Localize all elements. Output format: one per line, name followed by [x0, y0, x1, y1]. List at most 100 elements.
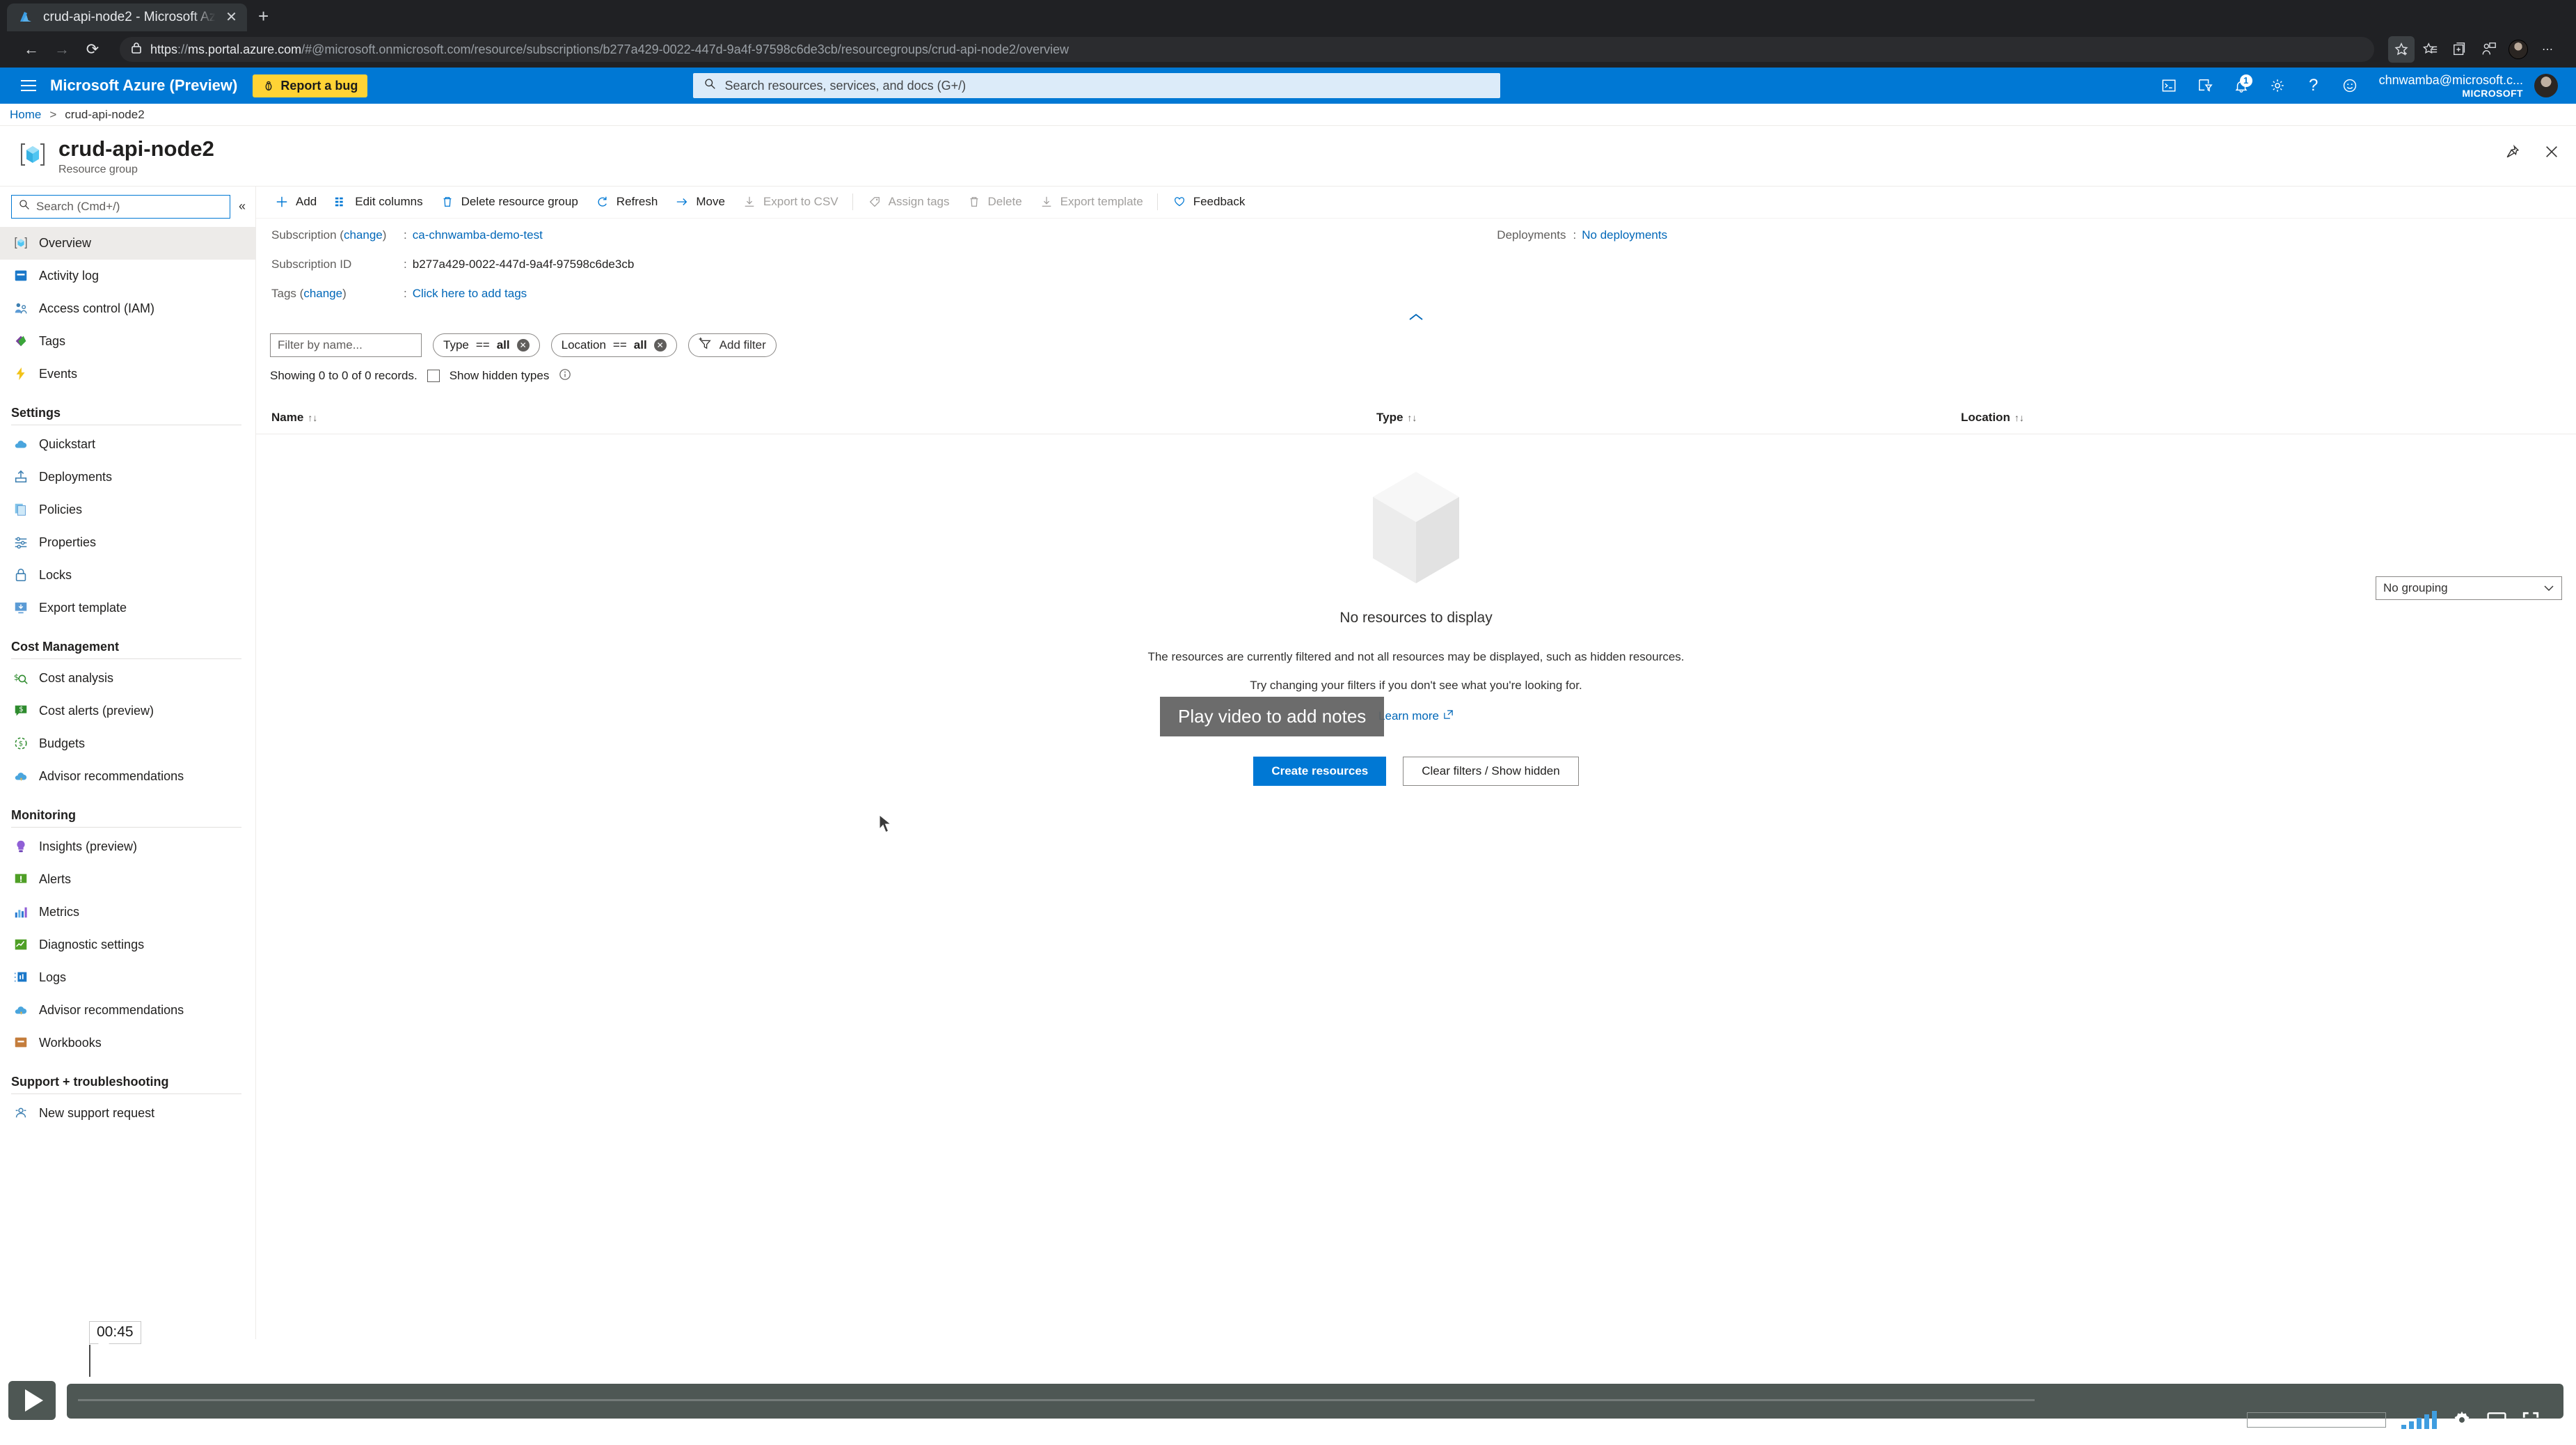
cast-icon[interactable]	[2487, 1411, 2506, 1429]
sidebar-item-logs[interactable]: Logs	[0, 961, 255, 994]
sidebar-item-alerts[interactable]: Alerts	[0, 863, 255, 896]
sidebar-item-new-support-request[interactable]: New support request	[0, 1097, 255, 1130]
account-menu[interactable]: chnwamba@microsoft.c... MICROSOFT	[2379, 73, 2523, 99]
add-favorite-icon[interactable]	[2388, 36, 2415, 63]
address-bar[interactable]: https://ms.portal.azure.com/#@microsoft.…	[120, 37, 2374, 62]
sidebar-search-input[interactable]	[36, 199, 223, 214]
profile-share-icon[interactable]	[2476, 36, 2502, 63]
filter-pill-location[interactable]: Location == all ✕	[550, 333, 677, 357]
sidebar-item-export-template[interactable]: Export template	[0, 592, 255, 624]
video-progress-track[interactable]	[67, 1384, 2563, 1429]
export-template-button[interactable]: Export template	[1031, 190, 1152, 214]
menu-icon[interactable]	[13, 80, 45, 91]
tags-change-link[interactable]: change	[303, 287, 342, 300]
clear-filters-show-hidden-button[interactable]: Clear filters / Show hidden	[1403, 756, 1579, 786]
help-icon[interactable]: ?	[2297, 70, 2330, 101]
more-options-icon[interactable]: ⋯	[2534, 36, 2561, 63]
cloud-shell-icon[interactable]	[2152, 70, 2186, 101]
new-tab-icon[interactable]: +	[258, 6, 269, 27]
essentials-grid: Subscription (change) : ca-chnwamba-demo…	[256, 228, 2576, 316]
learn-more-link[interactable]: Learn more	[1378, 709, 1454, 723]
sidebar-item-advisor-recommendations-cost[interactable]: Advisor recommendations	[0, 760, 255, 793]
move-button[interactable]: Move	[666, 190, 733, 214]
sidebar-item-advisor-recommendations-monitoring[interactable]: Advisor recommendations	[0, 994, 255, 1027]
favorites-list-icon[interactable]	[2417, 36, 2444, 63]
essentials-label: Subscription (change)	[271, 228, 387, 242]
pin-icon[interactable]	[2501, 140, 2525, 164]
filter-pill-field: Type	[443, 338, 469, 352]
sidebar-item-cost-alerts[interactable]: $ Cost alerts (preview)	[0, 695, 255, 727]
volume-slider[interactable]	[2247, 1412, 2386, 1428]
create-resources-button[interactable]: Create resources	[1253, 756, 1387, 786]
video-scrubber-handle[interactable]	[89, 1345, 90, 1377]
sidebar-item-events[interactable]: Events	[0, 358, 255, 390]
remove-filter-icon[interactable]: ✕	[653, 338, 667, 352]
collections-icon[interactable]	[2447, 36, 2473, 63]
settings-gear-icon[interactable]	[2261, 70, 2294, 101]
filter-by-name-input-wrap[interactable]	[270, 333, 422, 357]
logs-icon	[13, 969, 29, 986]
sidebar-item-deployments[interactable]: Deployments	[0, 461, 255, 493]
play-icon[interactable]	[8, 1381, 56, 1420]
filter-by-name-input[interactable]	[278, 338, 414, 352]
azure-global-search[interactable]	[693, 73, 1501, 98]
gear-icon[interactable]	[2452, 1410, 2472, 1430]
edit-columns-button[interactable]: Edit columns	[325, 190, 431, 214]
azure-brand[interactable]: Microsoft Azure (Preview)	[50, 77, 237, 95]
column-header-name[interactable]: Name ↑↓	[256, 411, 1376, 425]
subscription-change-link[interactable]: change	[344, 228, 383, 242]
sidebar-item-overview[interactable]: Overview	[0, 226, 255, 260]
show-hidden-types-checkbox[interactable]	[427, 370, 440, 383]
volume-bars-icon[interactable]	[2401, 1411, 2437, 1429]
report-a-bug-button[interactable]: Report a bug	[253, 74, 368, 97]
delete-resource-group-button[interactable]: Delete resource group	[431, 190, 587, 214]
back-icon[interactable]: ←	[18, 36, 45, 63]
sidebar-item-diagnostic-settings[interactable]: Diagnostic settings	[0, 929, 255, 961]
tags-label: Tags	[271, 286, 296, 300]
add-button[interactable]: Add	[266, 190, 325, 214]
browser-profile-avatar[interactable]	[2505, 36, 2531, 63]
sidebar-item-budgets[interactable]: $ Budgets	[0, 727, 255, 760]
add-tags-link[interactable]: Click here to add tags	[413, 287, 527, 301]
directories-filter-icon[interactable]	[2188, 70, 2222, 101]
remove-filter-icon[interactable]: ✕	[516, 338, 530, 352]
sidebar-item-locks[interactable]: Locks	[0, 559, 255, 592]
browser-tab[interactable]: crud-api-node2 - Microsoft Az ✕	[7, 3, 247, 31]
breadcrumb-home[interactable]: Home	[10, 108, 41, 122]
sidebar-search[interactable]	[11, 194, 230, 219]
close-icon[interactable]	[2540, 140, 2563, 164]
column-header-type[interactable]: Type ↑↓	[1376, 411, 1961, 425]
sidebar-item-properties[interactable]: Properties	[0, 526, 255, 559]
deployments-value-link[interactable]: No deployments	[1582, 228, 1667, 242]
assign-tags-button[interactable]: Assign tags	[859, 190, 958, 214]
info-icon[interactable]	[559, 368, 571, 384]
add-filter-button[interactable]: Add filter	[687, 333, 777, 357]
sidebar-item-cost-analysis[interactable]: $ Cost analysis	[0, 662, 255, 695]
grouping-dropdown[interactable]: No grouping	[2376, 576, 2562, 600]
collapse-sidebar-icon[interactable]: «	[236, 199, 248, 214]
notifications-icon[interactable]: 1	[2225, 70, 2258, 101]
forward-icon[interactable]: →	[49, 36, 75, 63]
reload-icon[interactable]: ⟳	[79, 36, 106, 63]
close-icon[interactable]: ✕	[225, 10, 237, 24]
sidebar-item-quickstart[interactable]: Quickstart	[0, 428, 255, 461]
column-header-location[interactable]: Location ↑↓	[1961, 411, 2576, 425]
sidebar-item-insights[interactable]: Insights (preview)	[0, 830, 255, 863]
filter-pill-value: all	[496, 338, 510, 352]
refresh-button[interactable]: Refresh	[587, 190, 667, 214]
feedback-smiley-icon[interactable]	[2333, 70, 2367, 101]
delete-button[interactable]: Delete	[958, 190, 1031, 214]
subscription-value-link[interactable]: ca-chnwamba-demo-test	[413, 228, 543, 242]
search-input[interactable]	[724, 78, 1490, 93]
sidebar-item-workbooks[interactable]: Workbooks	[0, 1027, 255, 1059]
sidebar-item-metrics[interactable]: Metrics	[0, 896, 255, 929]
sidebar-item-access-control[interactable]: Access control (IAM)	[0, 292, 255, 325]
fullscreen-icon[interactable]	[2522, 1411, 2540, 1429]
export-to-csv-button[interactable]: Export to CSV	[733, 190, 847, 214]
sidebar-item-activity-log[interactable]: Activity log	[0, 260, 255, 292]
sidebar-item-policies[interactable]: Policies	[0, 493, 255, 526]
feedback-button[interactable]: Feedback	[1163, 190, 1254, 214]
filter-pill-type[interactable]: Type == all ✕	[433, 333, 540, 357]
sidebar-item-tags[interactable]: Tags	[0, 325, 255, 358]
avatar[interactable]	[2534, 74, 2558, 97]
